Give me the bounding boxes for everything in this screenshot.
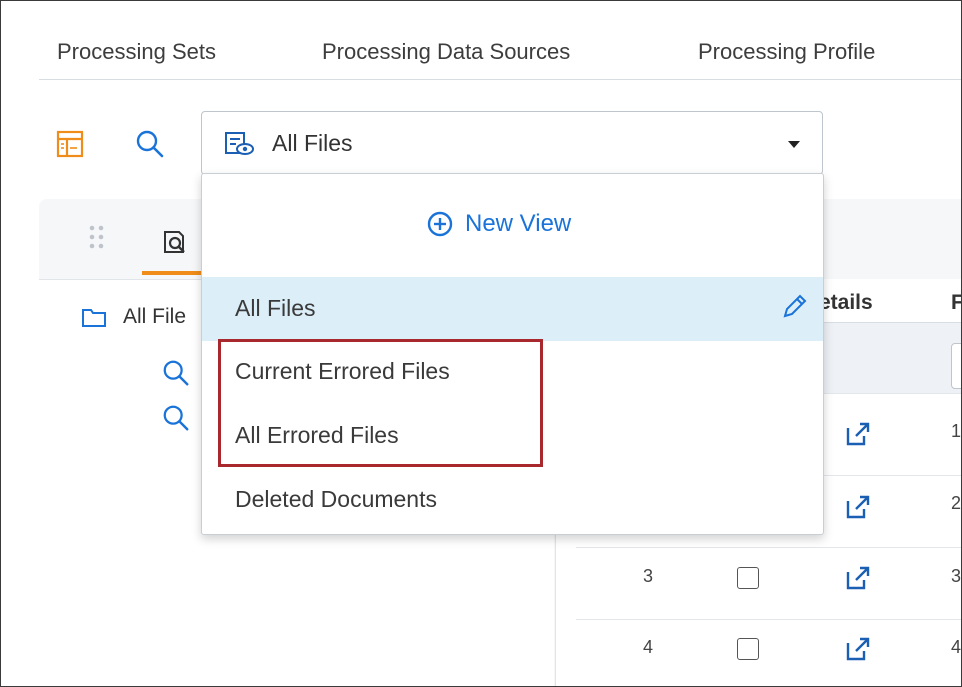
row-number: 3 <box>642 566 653 586</box>
row-checkbox[interactable] <box>737 567 759 589</box>
external-link-icon[interactable] <box>843 563 873 593</box>
drag-handle-icon[interactable] <box>87 223 107 257</box>
row-number: 4 <box>642 637 653 657</box>
grid-cell: 3 <box>951 566 962 586</box>
search-icon[interactable] <box>161 358 191 388</box>
panel-toggle-icon[interactable] <box>55 129 85 159</box>
tree-root-label[interactable]: All File <box>123 305 186 329</box>
grid-cell: 4 <box>951 637 962 657</box>
menu-item-deleted-documents[interactable]: Deleted Documents <box>202 468 823 532</box>
view-eye-icon <box>225 132 254 155</box>
tab-processing-sets[interactable]: Processing Sets <box>57 39 216 65</box>
tab-processing-data-sources[interactable]: Processing Data Sources <box>322 39 570 65</box>
pencil-edit-icon[interactable] <box>780 291 810 321</box>
add-circle-icon <box>427 211 453 237</box>
tab-processing-profile[interactable]: Processing Profile <box>698 39 875 65</box>
menu-item-label: Deleted Documents <box>235 486 437 512</box>
active-tab-indicator <box>142 271 202 275</box>
highlight-box <box>218 339 543 467</box>
grid-cell: 1 <box>951 421 962 441</box>
saved-search-icon[interactable] <box>159 227 191 257</box>
external-link-icon[interactable] <box>843 419 873 449</box>
folder-icon <box>82 309 106 327</box>
grid-header-cut[interactable]: F <box>951 291 961 315</box>
external-link-icon[interactable] <box>843 492 873 522</box>
row-divider <box>576 619 961 620</box>
grid-header-details[interactable]: etails <box>819 291 873 315</box>
row-divider <box>576 547 961 548</box>
chevron-down-icon <box>788 141 800 148</box>
new-view-button[interactable]: New View <box>427 210 571 238</box>
search-icon[interactable] <box>161 403 191 433</box>
external-link-icon[interactable] <box>843 634 873 664</box>
view-select[interactable]: All Files <box>201 111 823 175</box>
filter-input[interactable] <box>951 343 961 389</box>
row-checkbox[interactable] <box>737 638 759 660</box>
menu-item-label: All Files <box>235 295 316 321</box>
new-view-label: New View <box>465 210 572 237</box>
search-icon[interactable] <box>134 128 166 160</box>
app-window: Processing Sets Processing Data Sources … <box>0 0 962 687</box>
grid-cell: 2 <box>951 493 962 513</box>
tab-bar: Processing Sets Processing Data Sources … <box>39 21 961 80</box>
menu-item-all-files[interactable]: All Files <box>202 277 823 341</box>
view-select-value: All Files <box>272 130 353 156</box>
